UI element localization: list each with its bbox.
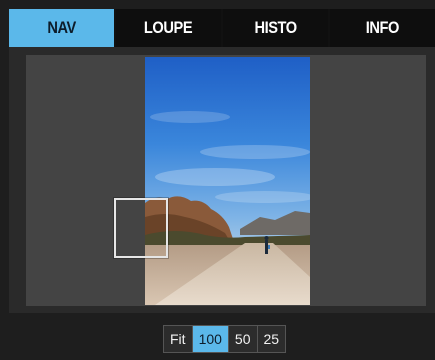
tab-nav[interactable]: NAV <box>9 9 114 47</box>
photo-thumbnail[interactable] <box>145 57 310 305</box>
tab-histo[interactable]: HISTO <box>223 9 328 47</box>
zoom-50-button[interactable]: 50 <box>229 326 258 352</box>
navigator-canvas[interactable] <box>26 55 426 306</box>
navigator-panel: NAV LOUPE HISTO INFO Fit 100 50 25 <box>0 0 435 360</box>
tab-loupe-label: LOUPE <box>144 18 193 37</box>
tab-histo-label: HISTO <box>254 18 297 37</box>
tab-info-label: INFO <box>365 18 400 37</box>
zoom-viewport-frame[interactable] <box>114 198 168 258</box>
zoom-level-selector: Fit 100 50 25 <box>163 325 287 353</box>
tab-loupe[interactable]: LOUPE <box>116 9 221 47</box>
zoom-25-button[interactable]: 25 <box>258 326 286 352</box>
tab-nav-label: NAV <box>47 18 76 37</box>
tab-info[interactable]: INFO <box>330 9 435 47</box>
photo-thumbnail-image <box>145 57 310 305</box>
navigator-area <box>9 47 435 313</box>
panel-tab-bar: NAV LOUPE HISTO INFO <box>9 9 435 47</box>
zoom-100-button[interactable]: 100 <box>192 326 229 352</box>
zoom-fit-button[interactable]: Fit <box>164 326 193 352</box>
zoom-toolbar: Fit 100 50 25 <box>9 313 435 360</box>
